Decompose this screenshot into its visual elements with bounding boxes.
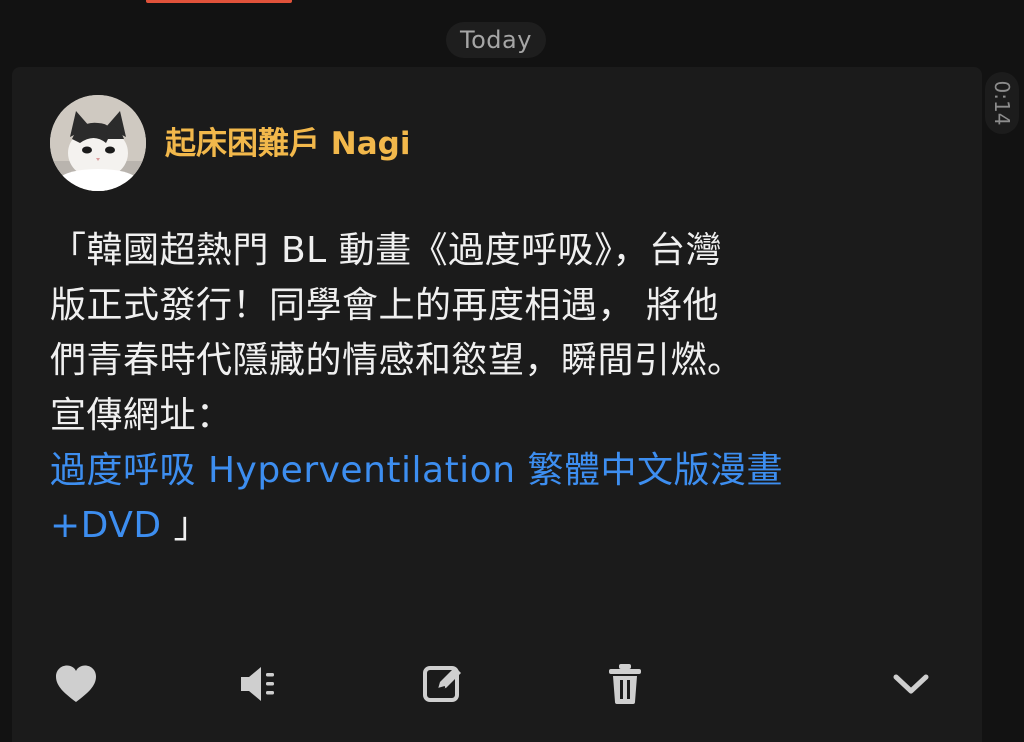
message-card[interactable]: 起床困難戶 Nagi 「韓國超熱門 BL 動畫《過度呼吸》，台灣 版正式發行！同… <box>12 67 982 742</box>
author-name[interactable]: 起床困難戶 Nagi <box>165 124 410 164</box>
chat-screen: Today 0:14 起床困難戶 Nagi 「韓國超熱門 BL 動畫《過度呼吸》… <box>0 0 1024 742</box>
heart-icon[interactable] <box>49 657 103 711</box>
edit-icon[interactable] <box>416 657 470 711</box>
promo-link-continued[interactable]: +DVD <box>50 505 162 546</box>
closing-quote: 」 <box>161 505 211 546</box>
date-separator: Today <box>446 22 546 58</box>
message-line: 們青春時代隱藏的情感和慾望，瞬間引燃。 <box>50 340 744 381</box>
cat-avatar-image <box>50 95 146 191</box>
trash-icon[interactable] <box>598 657 652 711</box>
message-line: 「韓國超熱門 BL 動畫《過度呼吸》，台灣 <box>50 230 723 271</box>
message-timestamp: 0:14 <box>985 72 1019 134</box>
message-line: 版正式發行！同學會上的再度相遇， 將他 <box>50 285 719 326</box>
chevron-down-icon[interactable] <box>884 657 938 711</box>
avatar[interactable] <box>50 95 146 191</box>
promo-link[interactable]: 過度呼吸 Hyperventilation 繁體中文版漫畫 <box>50 443 930 498</box>
message-line: 宣傳網址： <box>50 395 233 436</box>
message-time-text: 0:14 <box>990 80 1014 126</box>
message-text: 「韓國超熱門 BL 動畫《過度呼吸》，台灣 版正式發行！同學會上的再度相遇， 將… <box>50 223 930 553</box>
top-accent-bar <box>146 0 292 3</box>
message-action-bar <box>12 657 982 717</box>
speaker-icon[interactable] <box>232 657 286 711</box>
